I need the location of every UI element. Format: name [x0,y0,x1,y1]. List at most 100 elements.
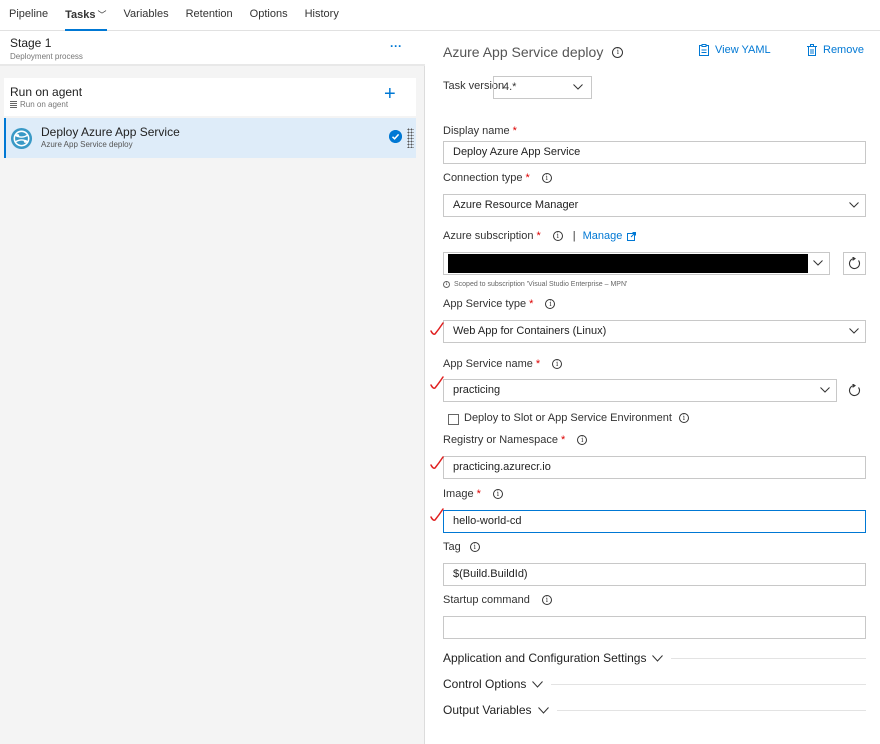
info-icon[interactable]: i [552,359,563,369]
task-version-select[interactable]: 4.* [493,76,592,99]
view-yaml-button[interactable]: View YAML [699,44,771,56]
refresh-icon [849,384,861,397]
app-service-type-label: App Service type * i [443,298,556,310]
image-input[interactable]: hello-world-cd [443,510,866,533]
deploy-to-slot-checkbox[interactable] [448,414,459,425]
registry-label: Registry or Namespace * i [443,434,588,446]
tab-options[interactable]: Options [250,0,288,31]
section-control-options[interactable]: Control Options [443,677,866,691]
app-service-type-select[interactable]: Web App for Containers (Linux) [443,320,866,343]
registry-input[interactable]: practicing.azurecr.io [443,456,866,479]
stage-header[interactable]: Stage 1 Deployment process ··· [0,31,425,66]
required-marker: * [536,230,541,242]
chevron-down-icon [532,680,544,688]
annotation-check-mark [430,456,444,469]
app-service-type-value: Web App for Containers (Linux) [453,325,607,337]
startup-command-input[interactable] [443,616,866,639]
azure-app-service-icon [10,127,33,150]
remove-label: Remove [823,44,864,56]
info-icon[interactable]: i [552,231,563,241]
clipboard-icon [699,44,709,56]
agent-title: Run on agent [10,85,83,99]
display-name-field[interactable]: Deploy Azure App Service [443,141,866,164]
section-app-config-settings[interactable]: Application and Configuration Settings [443,651,866,665]
agent-job-icon [10,101,17,108]
tag-label-text: Tag [443,541,461,553]
chevron-down-icon [849,202,859,208]
required-marker: * [512,125,517,137]
trash-icon [807,44,817,56]
tab-variables[interactable]: Variables [124,0,169,31]
annotation-check-mark [430,508,444,521]
required-marker: * [476,488,481,500]
info-icon[interactable]: i [612,46,624,58]
drag-handle-icon[interactable] [407,128,414,148]
remove-button[interactable]: Remove [807,44,864,56]
connection-type-label: Connection type * i [443,172,552,184]
section-output-variables[interactable]: Output Variables [443,703,866,717]
section-control-options-label: Control Options [443,677,527,691]
divider [556,709,866,711]
app-service-name-select[interactable]: practicing [443,379,837,402]
scope-hint: i Scoped to subscription 'Visual Studio … [443,281,627,288]
panel-title-text: Azure App Service deploy [443,44,604,60]
deploy-to-slot-label-text: Deploy to Slot or App Service Environmen… [464,412,672,424]
app-service-type-label-text: App Service type [443,298,527,310]
azure-subscription-label-text: Azure subscription [443,230,534,242]
info-icon[interactable]: i [469,542,480,552]
required-marker: * [525,172,530,184]
tab-retention[interactable]: Retention [186,0,233,31]
check-circle-icon [389,130,402,143]
agent-job[interactable]: Run on agent Run on agent + [4,78,416,116]
stage-title: Stage 1 [10,36,52,50]
chevron-down-icon [652,654,664,662]
info-icon[interactable]: i [541,595,552,605]
manage-link[interactable]: Manage [583,230,623,242]
registry-label-text: Registry or Namespace [443,434,558,446]
connection-type-select[interactable]: Azure Resource Manager [443,194,866,217]
task-item-deploy[interactable]: Deploy Azure App Service Azure App Servi… [4,118,416,158]
required-marker: * [535,358,541,370]
task-title: Deploy Azure App Service [41,125,180,139]
agent-subtitle: Run on agent [10,100,68,109]
required-marker: * [560,434,566,446]
info-icon[interactable]: i [545,299,556,309]
azure-subscription-label: Azure subscription * i | Manage [443,230,637,242]
deploy-to-slot-label[interactable]: Deploy to Slot or App Service Environmen… [464,412,689,424]
app-service-name-label: App Service name * i [443,358,563,370]
external-link-icon[interactable] [627,231,637,241]
stage-subtitle: Deployment process [10,52,83,61]
tab-tasks[interactable]: Tasks ﹀ [65,0,107,31]
info-icon[interactable]: i [678,413,689,423]
tag-label: Tag i [443,541,480,553]
annotation-check-mark [430,376,444,389]
chevron-down-icon [849,328,859,334]
image-label-text: Image [443,488,474,500]
tab-pipeline[interactable]: Pipeline [9,0,48,31]
panel-title: Azure App Service deploy i [443,44,624,60]
task-settings-panel: Azure App Service deploy i View YAML Rem… [426,31,880,744]
view-yaml-label: View YAML [715,44,771,56]
refresh-icon [849,257,861,270]
add-task-icon[interactable]: + [384,82,396,106]
connection-type-label-text: Connection type [443,172,523,184]
refresh-app-service-button[interactable] [843,379,866,402]
app-service-name-label-text: App Service name [443,358,533,370]
refresh-subscription-button[interactable] [843,252,866,275]
agent-subtitle-text: Run on agent [20,100,69,109]
separator: | [572,230,576,242]
top-nav: Pipeline Tasks ﹀ Variables Retention Opti… [0,0,880,31]
section-app-config-label: Application and Configuration Settings [443,651,647,665]
tab-history[interactable]: History [305,0,339,31]
chevron-down-icon [573,84,583,90]
tag-input[interactable]: $(Build.BuildId) [443,563,866,586]
required-marker: * [529,298,534,310]
task-version-value: 4.* [503,81,517,93]
info-icon[interactable]: i [541,173,552,183]
annotation-check-mark [430,322,444,335]
tab-tasks-label: Tasks [65,9,96,21]
info-icon[interactable]: i [577,435,588,445]
more-icon[interactable]: ··· [390,39,402,53]
display-name-label: Display name * [443,125,517,137]
info-icon[interactable]: i [492,489,503,499]
